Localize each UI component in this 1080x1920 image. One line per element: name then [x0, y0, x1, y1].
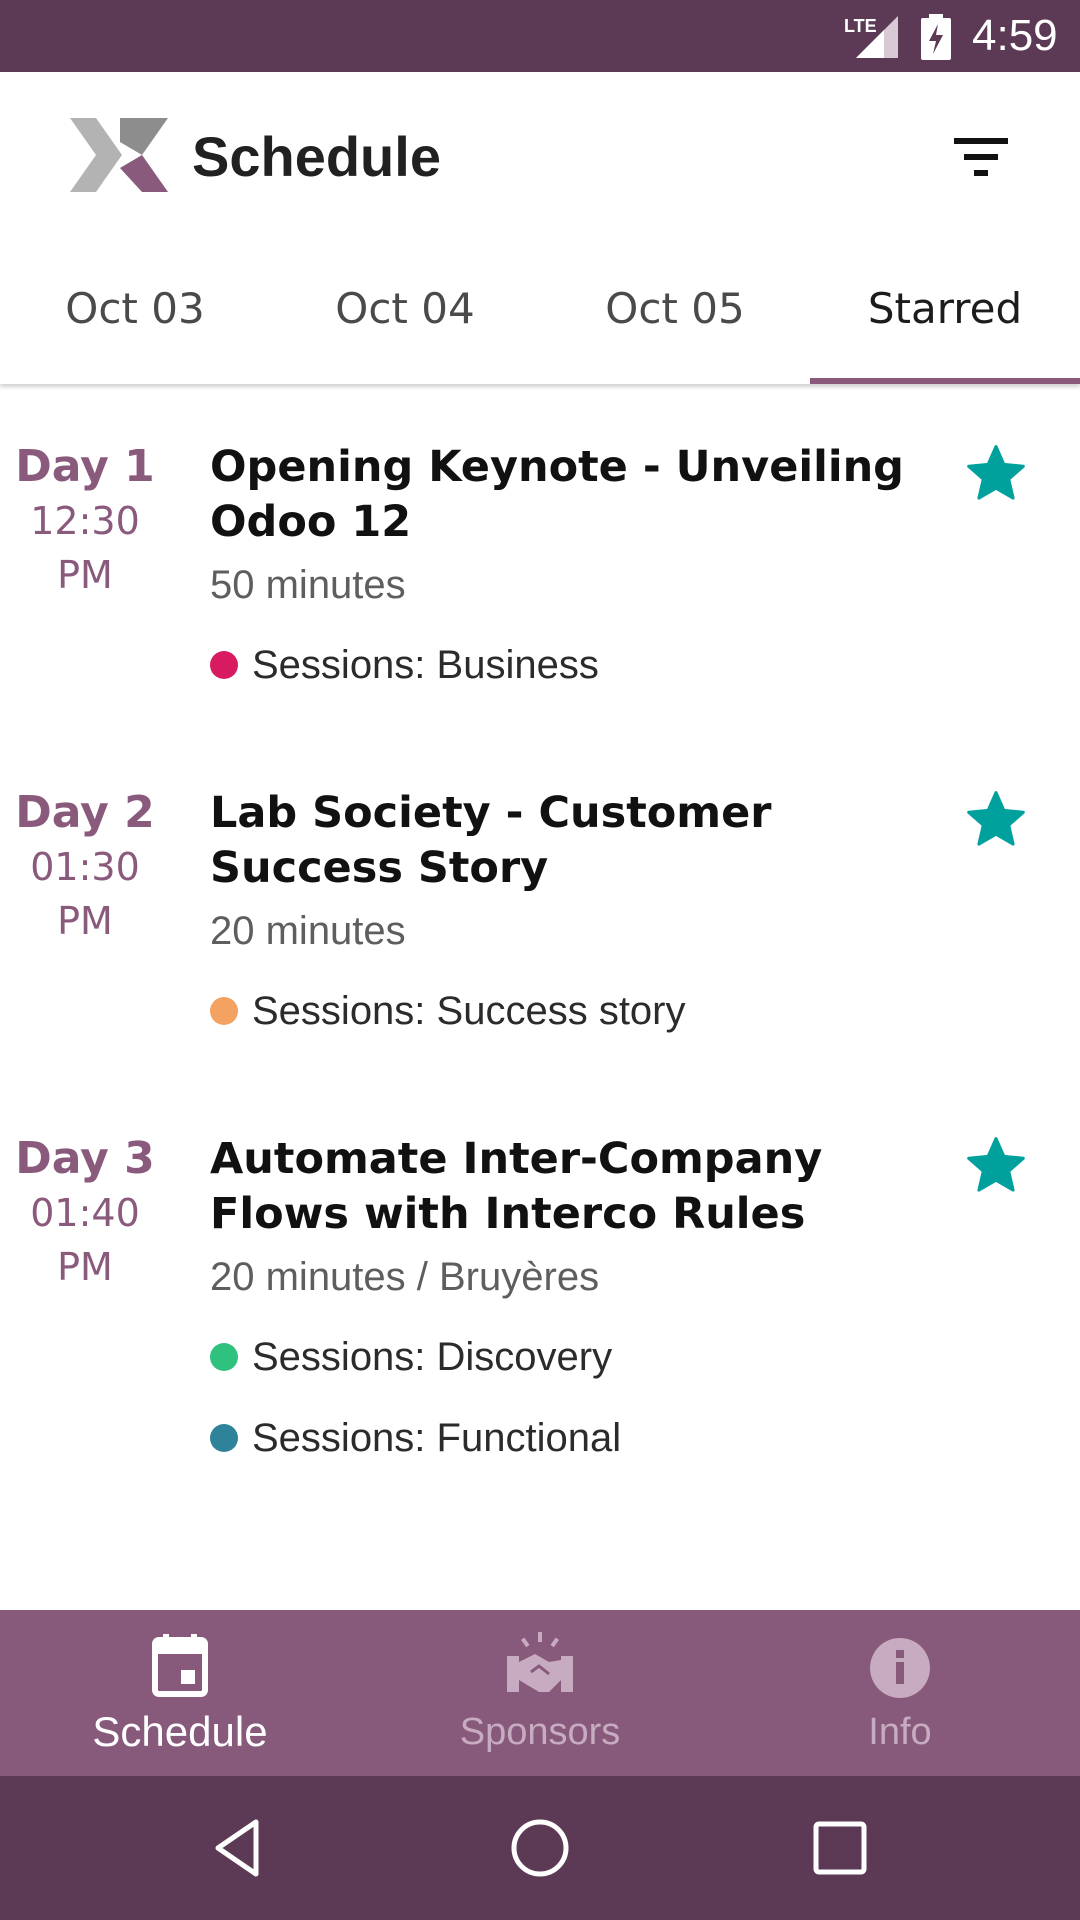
star-icon[interactable]: [964, 442, 1028, 504]
session-time: 01:40: [30, 1191, 140, 1235]
session-day: Day 2: [15, 787, 155, 838]
session-duration-location: 20 minutes / Bruyères: [210, 1255, 600, 1299]
bottom-navigation: Schedule Sponsors Info: [0, 1610, 1080, 1776]
svg-text:LTE: LTE: [844, 16, 877, 36]
info-icon: [870, 1638, 930, 1698]
nav-label: Info: [868, 1711, 932, 1753]
session-tag: Sessions: Business: [210, 640, 930, 690]
tab-oct-04[interactable]: Oct 04: [270, 232, 540, 384]
battery-charging-icon: [921, 14, 951, 60]
tag-label: Sessions: Discovery: [252, 1335, 613, 1379]
nav-label: Sponsors: [459, 1711, 621, 1753]
event-x-logo-icon: [70, 118, 168, 192]
tab-starred[interactable]: Starred: [810, 232, 1080, 384]
session-duration: 20 minutes: [210, 909, 406, 953]
calendar-icon: [152, 1634, 208, 1697]
system-navigation-bar: [0, 1776, 1080, 1920]
filter-icon[interactable]: [950, 130, 1016, 182]
star-icon[interactable]: [964, 1134, 1028, 1196]
tag-color-dot: [210, 651, 238, 679]
session-title: Automate Inter-Company Flows with Interc…: [210, 1134, 823, 1239]
tab-oct-05[interactable]: Oct 05: [540, 232, 810, 384]
session-time-period: PM: [57, 1245, 113, 1289]
session-day: Day 3: [15, 1133, 155, 1184]
session-time: 01:30: [30, 845, 140, 889]
session-body: Automate Inter-Company Flows with Interc…: [210, 1132, 930, 1463]
tag-label: Sessions: Functional: [252, 1416, 622, 1460]
session-body: Opening Keynote - Unveiling Odoo 12 50 m…: [210, 440, 930, 690]
session-title: Lab Society - Customer Success Story: [210, 788, 772, 893]
star-icon[interactable]: [964, 788, 1028, 850]
session-tag: Sessions: Functional: [210, 1413, 930, 1463]
handshake-icon: [507, 1632, 573, 1692]
lte-signal-icon: LTE: [844, 16, 898, 58]
date-tabs: Oct 03 Oct 04 Oct 05 Starred: [0, 232, 1080, 384]
session-time-period: PM: [57, 553, 113, 597]
session-day-column: Day 3 01:40 PM: [0, 1132, 170, 1294]
session-duration: 50 minutes: [210, 563, 406, 607]
nav-info[interactable]: Info: [720, 1610, 1080, 1776]
recents-icon[interactable]: [808, 1816, 872, 1880]
session-day-column: Day 1 12:30 PM: [0, 440, 170, 602]
tag-label: Sessions: Success story: [252, 989, 686, 1033]
status-clock: 4:59: [972, 11, 1058, 60]
tag-color-dot: [210, 1424, 238, 1452]
home-icon[interactable]: [508, 1816, 572, 1880]
status-bar: LTE 4:59: [0, 0, 1080, 72]
tag-color-dot: [210, 1343, 238, 1371]
nav-schedule[interactable]: Schedule: [0, 1610, 360, 1776]
session-time-period: PM: [57, 899, 113, 943]
session-day-column: Day 2 01:30 PM: [0, 786, 170, 948]
session-title: Opening Keynote - Unveiling Odoo 12: [210, 442, 904, 547]
session-body: Lab Society - Customer Success Story 20 …: [210, 786, 930, 1036]
session-tag: Sessions: Success story: [210, 986, 930, 1036]
session-tag: Sessions: Discovery: [210, 1332, 930, 1382]
session-time: 12:30: [30, 499, 140, 543]
tag-color-dot: [210, 997, 238, 1025]
nav-sponsors[interactable]: Sponsors: [360, 1610, 720, 1776]
tag-label: Sessions: Business: [252, 643, 599, 687]
nav-label: Schedule: [92, 1708, 268, 1755]
app-bar: Schedule: [0, 72, 1080, 232]
tab-oct-03[interactable]: Oct 03: [0, 232, 270, 384]
page-title: Schedule: [192, 125, 441, 188]
back-icon[interactable]: [208, 1816, 272, 1880]
session-day: Day 1: [15, 441, 155, 492]
